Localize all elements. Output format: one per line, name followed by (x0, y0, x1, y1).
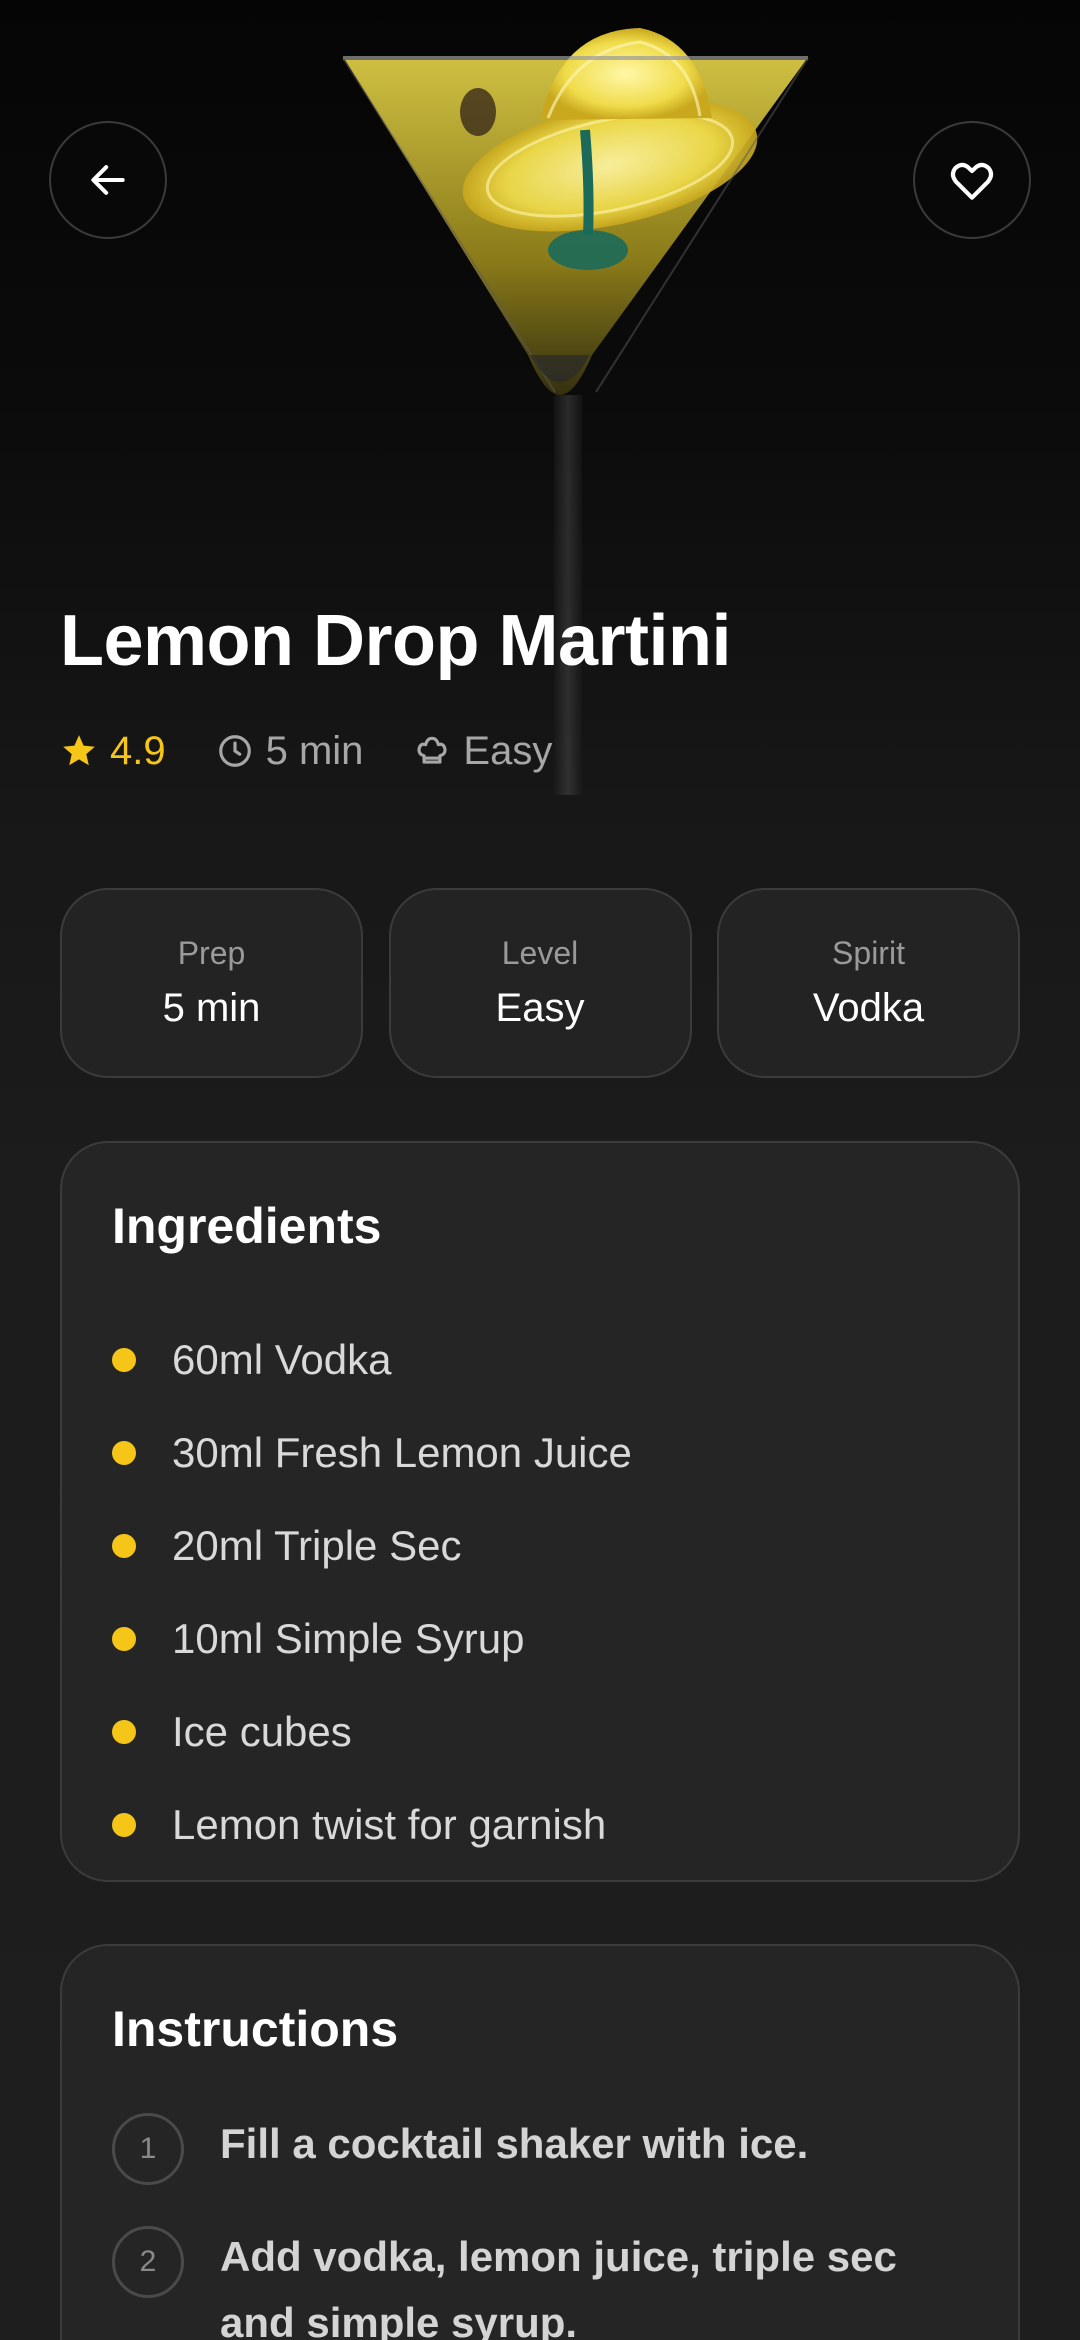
step-number: 1 (112, 2113, 184, 2185)
ingredient-text: Lemon twist for garnish (172, 1800, 607, 1848)
step-text: Fill a cocktail shaker with ice. (220, 2120, 809, 2167)
bullet-dot (112, 1440, 136, 1465)
list-item: 20ml Triple Sec (112, 1499, 632, 1592)
star-icon (63, 735, 95, 766)
bullet-dot (112, 1347, 136, 1372)
ingredient-text: 20ml Triple Sec (172, 1521, 462, 1569)
instruction-step: 1 Fill a cocktail shaker with ice. (112, 2113, 980, 2185)
instruction-step: 2 Add vodka, lemon juice, triple sec and… (112, 2226, 980, 2340)
ingredient-text: 10ml Simple Syrup (172, 1614, 525, 1662)
bullet-dot (112, 1812, 136, 1837)
stat-value: 5 min (162, 986, 261, 1030)
back-button[interactable] (49, 121, 167, 239)
stat-card-spirit: Spirit Vodka (717, 888, 1020, 1078)
time-value: 5 min (265, 728, 364, 773)
ingredient-text: 30ml Fresh Lemon Juice (172, 1428, 632, 1476)
favorite-button[interactable] (913, 121, 1031, 239)
recipe-detail-screen: Lemon Drop Martini 4.9 5 min Easy Prep 5… (0, 0, 1080, 2340)
arrow-left-icon (91, 165, 125, 195)
bullet-dot (112, 1533, 136, 1558)
stats-row: Prep 5 min Level Easy Spirit Vodka (60, 888, 1020, 1078)
list-item: Lemon twist for garnish (112, 1778, 632, 1871)
stat-value: Vodka (812, 986, 925, 1030)
heart-icon (950, 162, 994, 200)
step-number: 2 (112, 2226, 184, 2298)
ingredient-text: Ice cubes (172, 1707, 352, 1755)
bullet-dot (112, 1626, 136, 1651)
prep-time: 5 min (216, 728, 364, 774)
cocktail-hero-image (0, 0, 1080, 820)
difficulty: Easy (413, 729, 552, 774)
recipe-meta: 4.9 5 min Easy (60, 725, 602, 777)
list-item: 60ml Vodka (112, 1313, 632, 1406)
ingredients-list: 60ml Vodka 30ml Fresh Lemon Juice 20ml T… (112, 1313, 632, 1871)
list-item: Ice cubes (112, 1685, 632, 1778)
stat-value: Easy (495, 986, 585, 1030)
stat-label: Prep (177, 935, 246, 971)
chef-hat-icon (417, 736, 447, 764)
recipe-title: Lemon Drop Martini (60, 601, 732, 681)
bullet-dot (112, 1719, 136, 1744)
stat-card-prep: Prep 5 min (60, 888, 363, 1078)
stat-card-level: Level Easy (388, 888, 692, 1078)
clock-icon (218, 735, 251, 767)
list-item: 10ml Simple Syrup (112, 1592, 632, 1685)
ingredient-text: 60ml Vodka (172, 1335, 392, 1383)
stat-label: Spirit (832, 935, 905, 971)
instructions-card: Instructions 1 Fill a cocktail shaker wi… (60, 1944, 1020, 2340)
difficulty-value: Easy (463, 728, 553, 773)
list-item: 30ml Fresh Lemon Juice (112, 1406, 632, 1499)
instructions-title: Instructions (112, 2001, 399, 2057)
stat-label: Level (501, 935, 579, 971)
rating: 4.9 (60, 729, 166, 774)
step-text: Add vodka, lemon juice, triple sec and s… (220, 2233, 897, 2340)
ingredients-title: Ingredients (112, 1198, 382, 1254)
ingredients-card: Ingredients 60ml Vodka 30ml Fresh Lemon … (60, 1141, 1020, 1882)
rating-value: 4.9 (110, 728, 166, 773)
